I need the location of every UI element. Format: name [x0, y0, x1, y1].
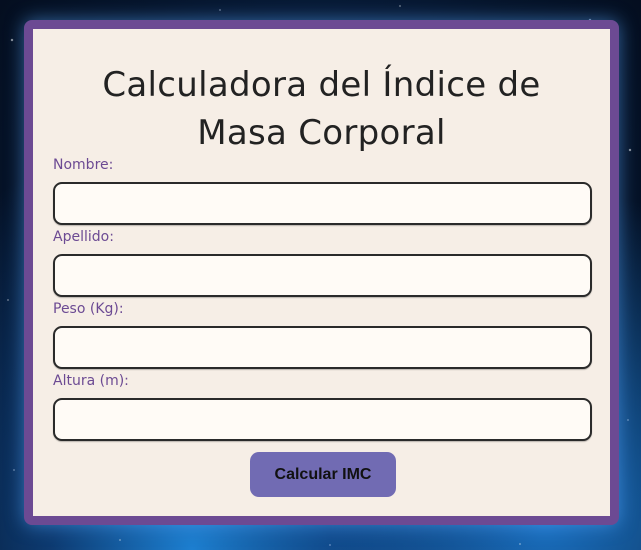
nombre-label: Nombre: — [53, 157, 114, 173]
nombre-input[interactable] — [53, 182, 592, 225]
title-line-2: Masa Corporal — [197, 113, 446, 153]
altura-input[interactable] — [53, 398, 592, 441]
title-line-1: Calculadora del Índice de — [102, 65, 541, 105]
apellido-input[interactable] — [53, 254, 592, 297]
page-title: Calculadora del Índice de Masa Corporal — [33, 61, 610, 157]
altura-label: Altura (m): — [53, 373, 129, 389]
bmi-form-card: Calculadora del Índice de Masa Corporal … — [24, 20, 619, 525]
peso-input[interactable] — [53, 326, 592, 369]
peso-label: Peso (Kg): — [53, 301, 124, 317]
calcular-imc-button[interactable]: Calcular IMC — [250, 452, 396, 497]
apellido-label: Apellido: — [53, 229, 114, 245]
